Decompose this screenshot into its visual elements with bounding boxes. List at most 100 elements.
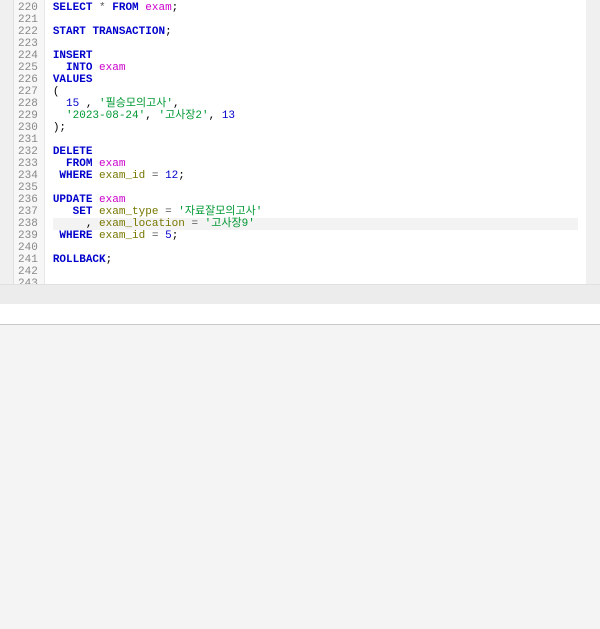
code-line[interactable]: START TRANSACTION;	[53, 26, 578, 38]
token-plain	[53, 206, 73, 218]
token-str: '고사장9'	[205, 218, 255, 230]
token-plain	[53, 98, 66, 110]
token-func-ish: exam_id	[99, 230, 145, 242]
line-number: 234	[18, 170, 38, 182]
token-punct: ;	[165, 26, 172, 38]
token-plain	[53, 110, 66, 122]
token-kw: WHERE	[59, 170, 92, 182]
token-kw: UPDATE	[53, 194, 93, 206]
code-line[interactable]	[53, 134, 578, 146]
line-number: 223	[18, 38, 38, 50]
token-plain	[53, 158, 66, 170]
token-kw: INSERT	[53, 50, 93, 62]
line-number-gutter: 2202212222232242252262272282292302312322…	[14, 0, 45, 284]
code-line[interactable]	[53, 14, 578, 26]
line-number: 227	[18, 86, 38, 98]
line-number: 221	[18, 14, 38, 26]
code-line[interactable]: SELECT * FROM exam;	[53, 2, 578, 14]
code-line[interactable]: DELETE	[53, 146, 578, 158]
code-line[interactable]	[53, 38, 578, 50]
token-kw: VALUES	[53, 74, 93, 86]
editor-footer-strip	[0, 284, 600, 304]
code-line[interactable]: '2023-08-24', '고사장2', 13	[53, 110, 578, 122]
code-area[interactable]: SELECT * FROM exam; START TRANSACTION; I…	[45, 0, 586, 284]
ide-window: 2202212222232242252262272282292302312322…	[0, 0, 600, 629]
token-num: 15	[66, 98, 79, 110]
line-number: 239	[18, 230, 38, 242]
token-punct: ,	[209, 110, 222, 122]
line-number: 222	[18, 26, 38, 38]
line-number: 226	[18, 74, 38, 86]
code-line[interactable]: INSERT	[53, 50, 578, 62]
token-op: =	[158, 206, 178, 218]
code-line[interactable]	[53, 266, 578, 278]
token-kw: ROLLBACK	[53, 254, 106, 266]
line-number: 235	[18, 182, 38, 194]
line-number: 229	[18, 110, 38, 122]
token-ident: exam	[99, 158, 125, 170]
token-str: '2023-08-24'	[66, 110, 145, 122]
line-number: 232	[18, 146, 38, 158]
token-kw: INTO	[66, 62, 92, 74]
code-line[interactable]: ROLLBACK;	[53, 254, 578, 266]
code-line[interactable]	[53, 242, 578, 254]
token-num: 13	[222, 110, 235, 122]
line-number: 237	[18, 206, 38, 218]
code-editor[interactable]: 2202212222232242252262272282292302312322…	[0, 0, 600, 284]
token-kw: SET	[73, 206, 93, 218]
token-kw: SELECT	[53, 2, 93, 14]
token-op: =	[145, 230, 165, 242]
code-line[interactable]: (	[53, 86, 578, 98]
token-kw: FROM	[112, 2, 138, 14]
token-punct: ;	[172, 230, 179, 242]
line-number: 225	[18, 62, 38, 74]
token-punct: ,	[79, 98, 99, 110]
token-num: 5	[165, 230, 172, 242]
token-func-ish: exam_location	[99, 218, 185, 230]
token-punct: ;	[172, 2, 179, 14]
token-str: '필승모의고사'	[99, 98, 173, 110]
token-kw: FROM	[66, 158, 92, 170]
line-number: 224	[18, 50, 38, 62]
token-punct: ,	[173, 98, 180, 110]
results-panel[interactable]	[0, 324, 600, 629]
code-line[interactable]: WHERE exam_id = 5;	[53, 230, 578, 242]
token-ident: exam	[99, 62, 125, 74]
code-line[interactable]	[53, 278, 578, 284]
line-number: 241	[18, 254, 38, 266]
code-line[interactable]: );	[53, 122, 578, 134]
code-line[interactable]: 15 , '필승모의고사',	[53, 98, 578, 110]
code-line[interactable]: SET exam_type = '자료잘모의고사'	[53, 206, 578, 218]
token-plain	[53, 62, 66, 74]
token-str: '자료잘모의고사'	[178, 206, 262, 218]
token-punct: ,	[145, 110, 158, 122]
token-kw: DELETE	[53, 146, 93, 158]
line-number: 220	[18, 2, 38, 14]
vertical-scrollbar[interactable]	[586, 0, 600, 284]
token-kw: WHERE	[59, 230, 92, 242]
line-number: 238	[18, 218, 38, 230]
token-op: *	[99, 2, 106, 14]
line-number: 231	[18, 134, 38, 146]
token-ident: exam	[99, 194, 125, 206]
code-line[interactable]: FROM exam	[53, 158, 578, 170]
line-number: 242	[18, 266, 38, 278]
code-line[interactable]: VALUES	[53, 74, 578, 86]
token-punct: ;	[178, 170, 185, 182]
token-op: =	[185, 218, 205, 230]
token-kw: START	[53, 26, 86, 38]
line-number: 236	[18, 194, 38, 206]
code-line[interactable]: , exam_location = '고사장9'	[53, 218, 578, 230]
marker-margin	[0, 0, 14, 284]
code-line[interactable]: WHERE exam_id = 12;	[53, 170, 578, 182]
token-func-ish: exam_id	[99, 170, 145, 182]
code-line[interactable]: UPDATE exam	[53, 194, 578, 206]
token-kw: TRANSACTION	[92, 26, 165, 38]
token-punct: ,	[53, 218, 99, 230]
token-punct: );	[53, 122, 66, 134]
line-number: 233	[18, 158, 38, 170]
code-line[interactable]: INTO exam	[53, 62, 578, 74]
code-line[interactable]	[53, 182, 578, 194]
token-num: 12	[165, 170, 178, 182]
line-number: 228	[18, 98, 38, 110]
